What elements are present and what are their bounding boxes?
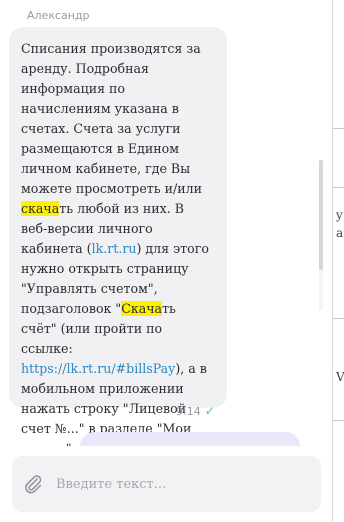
bills-pay-link[interactable]: https://lk.rt.ru/#billsPay [21, 361, 175, 376]
search-highlight: скача [21, 201, 60, 216]
message-input[interactable] [56, 471, 306, 497]
composer-box [12, 456, 321, 512]
divider [333, 420, 344, 421]
divider [333, 128, 344, 129]
message-meta: 9:14 ✓ [176, 404, 215, 418]
adjacent-panel: y a V [333, 0, 344, 522]
scrollbar-thumb[interactable] [319, 160, 323, 270]
divider [333, 318, 344, 319]
divider [333, 187, 344, 188]
panel-fragment: V [336, 370, 344, 384]
composer [0, 446, 332, 522]
panel-fragment: y [336, 208, 343, 222]
message-sender-name: Александр [27, 9, 90, 22]
double-check-icon: ✓ [204, 404, 215, 418]
lk-link[interactable]: lk.rt.ru [92, 241, 137, 256]
message-time: 9:14 [176, 404, 201, 418]
paperclip-icon[interactable] [22, 473, 44, 495]
message-text-part: Списания производятся за аренду. Подробн… [21, 41, 203, 196]
panel-fragment: a [336, 226, 344, 240]
chat-panel: Александр Списания производятся за аренд… [0, 0, 333, 522]
search-highlight: Скача [121, 301, 163, 316]
